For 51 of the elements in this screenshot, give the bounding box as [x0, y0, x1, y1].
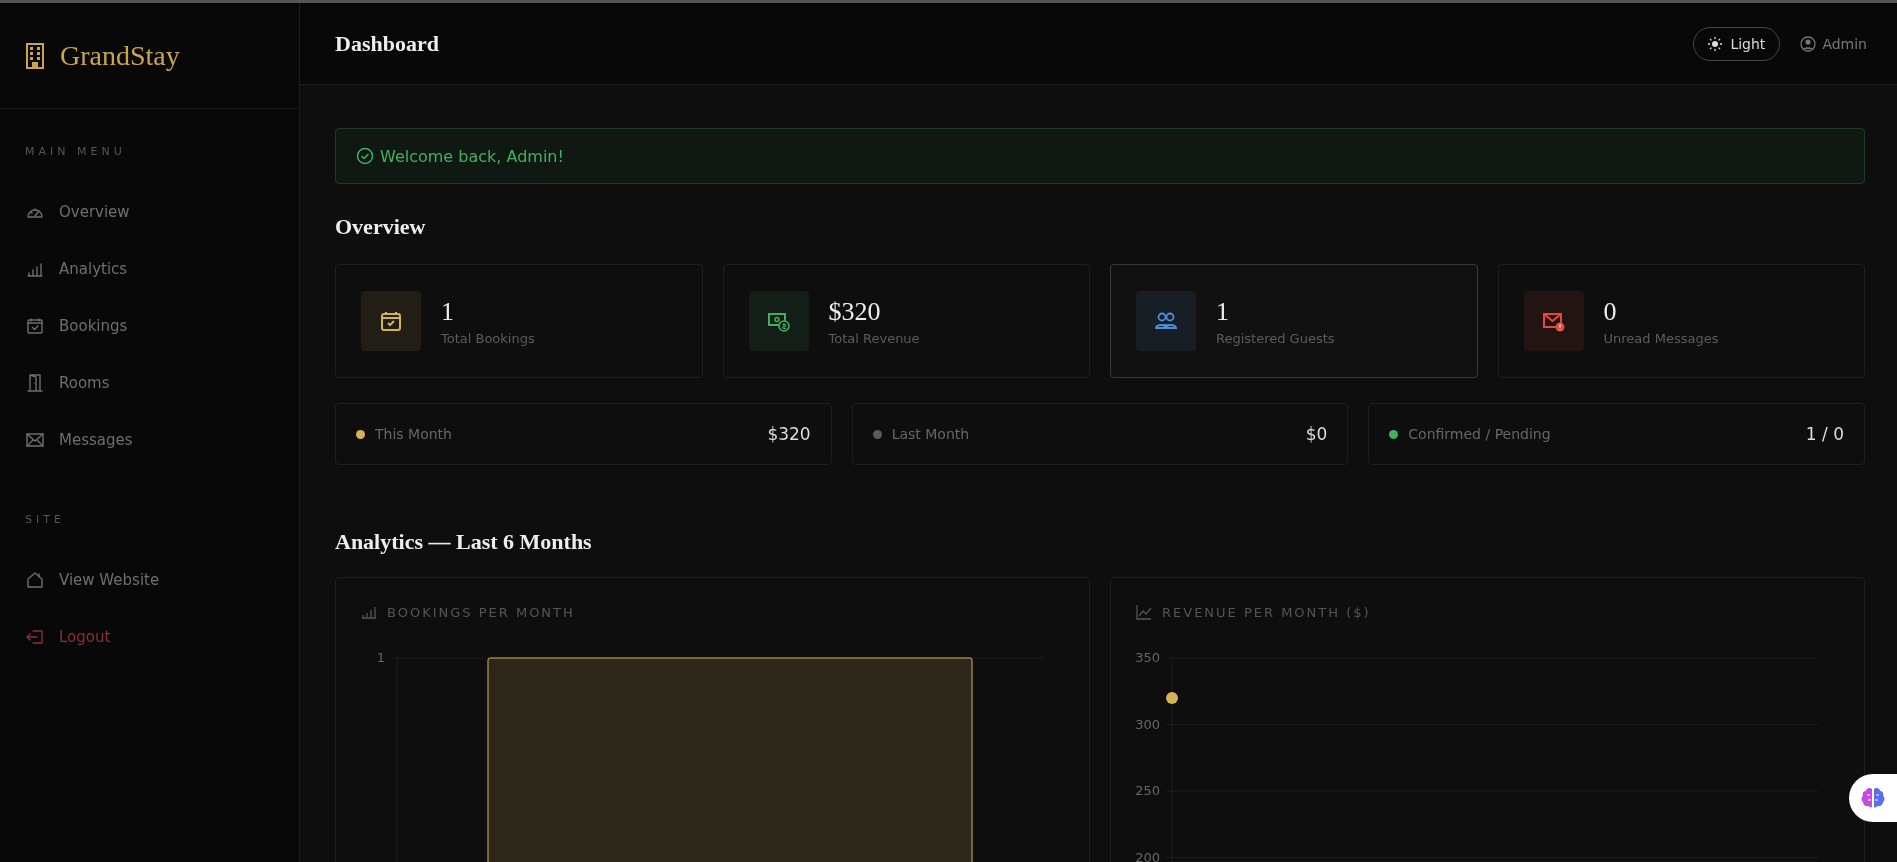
user-menu[interactable]: Admin [1800, 35, 1867, 52]
chart-title: BOOKINGS PER MONTH [387, 604, 575, 620]
house-icon [25, 570, 45, 590]
sidebar-link[interactable]: Bookings [0, 311, 128, 341]
summary-value: $0 [1305, 424, 1328, 444]
axis-tick-label: 300 [1135, 716, 1160, 732]
chart-point [1166, 691, 1178, 704]
sidebar-link[interactable]: Logout [0, 622, 111, 652]
axis-tick-label: 350 [1135, 650, 1160, 665]
summary-label: This Month [375, 426, 453, 442]
building-icon [26, 42, 44, 69]
stat-label: Total Bookings [441, 330, 535, 346]
calendar-check-icon [379, 309, 403, 333]
stat-label: Total Revenue [828, 330, 920, 346]
summary-value: $320 [767, 424, 811, 444]
section-heading: Analytics — Last 6 Months [335, 529, 593, 555]
floating-button[interactable] [1849, 774, 1897, 822]
logout-icon [25, 627, 45, 647]
stat-value: 1 [1216, 296, 1230, 327]
stat-value: 0 [1603, 296, 1618, 327]
calendar-check-icon [25, 316, 45, 336]
brand-name: GrandStay [60, 39, 180, 72]
door-icon [25, 373, 45, 393]
sidebar-link[interactable]: Analytics [0, 254, 128, 284]
axis-tick-label: 250 [1135, 783, 1160, 798]
bar-chart-icon [361, 604, 377, 620]
section-label: SITE [24, 513, 66, 526]
summary-label: Last Month [891, 426, 971, 442]
stat-value: $320 [828, 296, 882, 327]
envelope-icon [25, 430, 45, 450]
alert-text: Welcome back, Admin! [380, 146, 564, 166]
section-label: MAIN MENU [24, 145, 127, 158]
stat-value: 1 [441, 296, 455, 327]
sidebar-link[interactable]: Overview [0, 197, 130, 227]
sun-icon [1708, 36, 1723, 51]
summary-value: 1 / 0 [1805, 424, 1844, 444]
stat-label: Unread Messages [1603, 330, 1719, 346]
summary-label: Confirmed / Pending [1408, 426, 1552, 442]
section-heading: Overview [335, 214, 427, 240]
check-circle-icon [356, 147, 374, 165]
trend-line-icon [1136, 604, 1152, 620]
sidebar-link[interactable]: View Website [0, 565, 160, 595]
page-title: Dashboard [335, 30, 440, 57]
user-circle-icon [1800, 35, 1817, 52]
stat-label: Registered Guests [1216, 330, 1335, 346]
chart-title: REVENUE PER MONTH ($) [1162, 604, 1371, 620]
axis-tick-label: 1 [376, 650, 385, 665]
brain-icon [1860, 786, 1886, 810]
axis-tick-label: 200 [1135, 849, 1160, 862]
sidebar-link[interactable]: Messages [0, 425, 133, 455]
sidebar-link[interactable]: Rooms [0, 368, 110, 398]
